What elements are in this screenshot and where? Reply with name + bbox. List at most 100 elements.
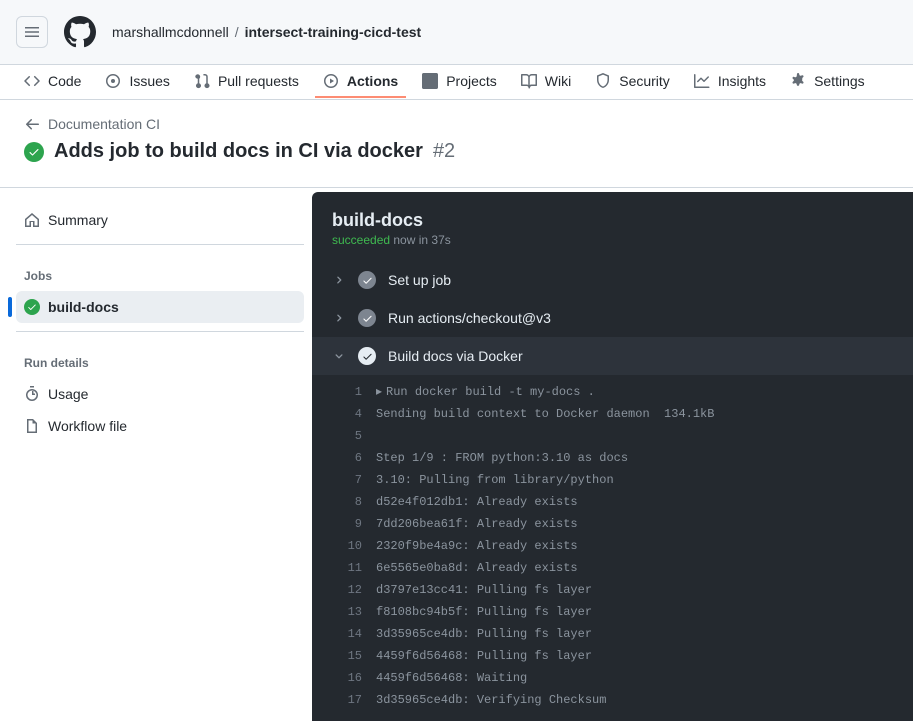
log-line-number: 8 (312, 492, 362, 512)
stopwatch-icon (24, 386, 40, 402)
log-line: 4Sending build context to Docker daemon … (312, 403, 913, 425)
tab-code[interactable]: Code (16, 65, 89, 99)
step-row[interactable]: Set up job (312, 261, 913, 299)
step-row[interactable]: Build docs via Docker (312, 337, 913, 375)
step-label: Set up job (388, 272, 451, 288)
divider (16, 331, 304, 332)
run-sidebar: Summary Jobs build-docs Run details Usag… (0, 188, 312, 721)
log-line: 9 7dd206bea61f: Already exists (312, 513, 913, 535)
log-line-text: d52e4f012db1: Already exists (376, 492, 578, 512)
run-status-success-icon (24, 142, 44, 162)
tab-actions[interactable]: Actions (315, 65, 406, 99)
book-icon (521, 73, 537, 89)
tab-insights[interactable]: Insights (686, 65, 774, 99)
sidebar-job-build-docs[interactable]: build-docs (16, 291, 304, 323)
log-line-text: 2320f9be4a9c: Already exists (376, 536, 578, 556)
chevron-right-icon (332, 273, 346, 287)
tab-projects[interactable]: Projects (414, 65, 505, 99)
sidebar-summary[interactable]: Summary (16, 204, 304, 236)
step-label: Run actions/checkout@v3 (388, 310, 551, 326)
log-line: 1 ▸Run docker build -t my-docs . (312, 381, 913, 403)
sidebar-summary-label: Summary (48, 212, 108, 228)
workflow-header: Documentation CI Adds job to build docs … (0, 100, 913, 188)
tab-issues-label: Issues (129, 73, 169, 89)
log-line-number: 10 (312, 536, 362, 556)
log-line: 73.10: Pulling from library/python (312, 469, 913, 491)
menu-button[interactable] (16, 16, 48, 48)
log-line-text: 4459f6d56468: Pulling fs layer (376, 646, 592, 666)
log-line-number: 1 (312, 382, 362, 402)
log-line-text: ▸Run docker build -t my-docs . (376, 382, 595, 402)
log-line-number: 15 (312, 646, 362, 666)
log-line-number: 16 (312, 668, 362, 688)
log-line: 15 4459f6d56468: Pulling fs layer (312, 645, 913, 667)
pull-request-icon (194, 73, 210, 89)
run-number: #2 (433, 140, 455, 163)
divider (16, 244, 304, 245)
chevron-down-icon (332, 349, 346, 363)
sidebar-usage[interactable]: Usage (16, 378, 304, 410)
tab-settings-label: Settings (814, 73, 865, 89)
breadcrumb-repo[interactable]: intersect-training-cicd-test (245, 24, 422, 40)
breadcrumb-separator: / (235, 24, 239, 40)
tab-pulls-label: Pull requests (218, 73, 299, 89)
sidebar-workflow-file-label: Workflow file (48, 418, 127, 434)
log-line: 16 4459f6d56468: Waiting (312, 667, 913, 689)
app-header: marshallmcdonnell / intersect-training-c… (0, 0, 913, 65)
log-line: 14 3d35965ce4db: Pulling fs layer (312, 623, 913, 645)
projects-icon (422, 73, 438, 89)
breadcrumb-owner[interactable]: marshallmcdonnell (112, 24, 229, 40)
home-icon (24, 212, 40, 228)
tab-projects-label: Projects (446, 73, 497, 89)
log-line-text: 3d35965ce4db: Pulling fs layer (376, 624, 592, 644)
sidebar-details-heading: Run details (16, 340, 304, 378)
tab-issues[interactable]: Issues (97, 65, 177, 99)
log-line-text: Sending build context to Docker daemon 1… (376, 404, 714, 424)
log-line-number: 6 (312, 448, 362, 468)
tab-pulls[interactable]: Pull requests (186, 65, 307, 99)
tab-wiki[interactable]: Wiki (513, 65, 579, 99)
code-icon (24, 73, 40, 89)
log-line-text: Step 1/9 : FROM python:3.10 as docs (376, 448, 628, 468)
log-line-text: 7dd206bea61f: Already exists (376, 514, 578, 534)
sidebar-jobs-heading: Jobs (16, 253, 304, 291)
github-logo-icon[interactable] (64, 16, 96, 48)
workflow-back-link[interactable]: Documentation CI (24, 116, 889, 132)
log-line-number: 5 (312, 426, 362, 446)
log-line-text: 6e5565e0ba8d: Already exists (376, 558, 578, 578)
arrow-left-icon (24, 116, 40, 132)
check-circle-icon (358, 271, 376, 289)
log-line-number: 14 (312, 624, 362, 644)
actions-icon (323, 73, 339, 89)
tab-settings[interactable]: Settings (782, 65, 873, 99)
log-line: 173d35965ce4db: Verifying Checksum (312, 689, 913, 711)
log-line-number: 11 (312, 558, 362, 578)
check-circle-icon (358, 347, 376, 365)
sidebar-workflow-file[interactable]: Workflow file (16, 410, 304, 442)
step-row[interactable]: Run actions/checkout@v3 (312, 299, 913, 337)
log-line: 13 f8108bc94b5f: Pulling fs layer (312, 601, 913, 623)
log-line-text: f8108bc94b5f: Pulling fs layer (376, 602, 592, 622)
log-line-number: 9 (312, 514, 362, 534)
repo-breadcrumb: marshallmcdonnell / intersect-training-c… (112, 24, 421, 40)
log-output[interactable]: 1 ▸Run docker build -t my-docs .4Sending … (312, 375, 913, 721)
log-line: 8 d52e4f012db1: Already exists (312, 491, 913, 513)
log-line: 10 2320f9be4a9c: Already exists (312, 535, 913, 557)
tab-security[interactable]: Security (587, 65, 678, 99)
log-line: 5 (312, 425, 913, 447)
log-line-number: 12 (312, 580, 362, 600)
file-icon (24, 418, 40, 434)
job-name: build-docs (332, 210, 893, 231)
tab-security-label: Security (619, 73, 670, 89)
tab-wiki-label: Wiki (545, 73, 571, 89)
job-status: succeeded now in 37s (332, 233, 893, 247)
log-line-number: 13 (312, 602, 362, 622)
log-line: 6 Step 1/9 : FROM python:3.10 as docs (312, 447, 913, 469)
log-line: 12d3797e13cc41: Pulling fs layer (312, 579, 913, 601)
log-line-text: 3.10: Pulling from library/python (376, 470, 614, 490)
job-panel: build-docs succeeded now in 37s Set up j… (312, 192, 913, 721)
tab-insights-label: Insights (718, 73, 766, 89)
repo-nav: Code Issues Pull requests Actions Projec… (0, 65, 913, 100)
log-line-text: 4459f6d56468: Waiting (376, 668, 527, 688)
job-header: build-docs succeeded now in 37s (312, 192, 913, 261)
